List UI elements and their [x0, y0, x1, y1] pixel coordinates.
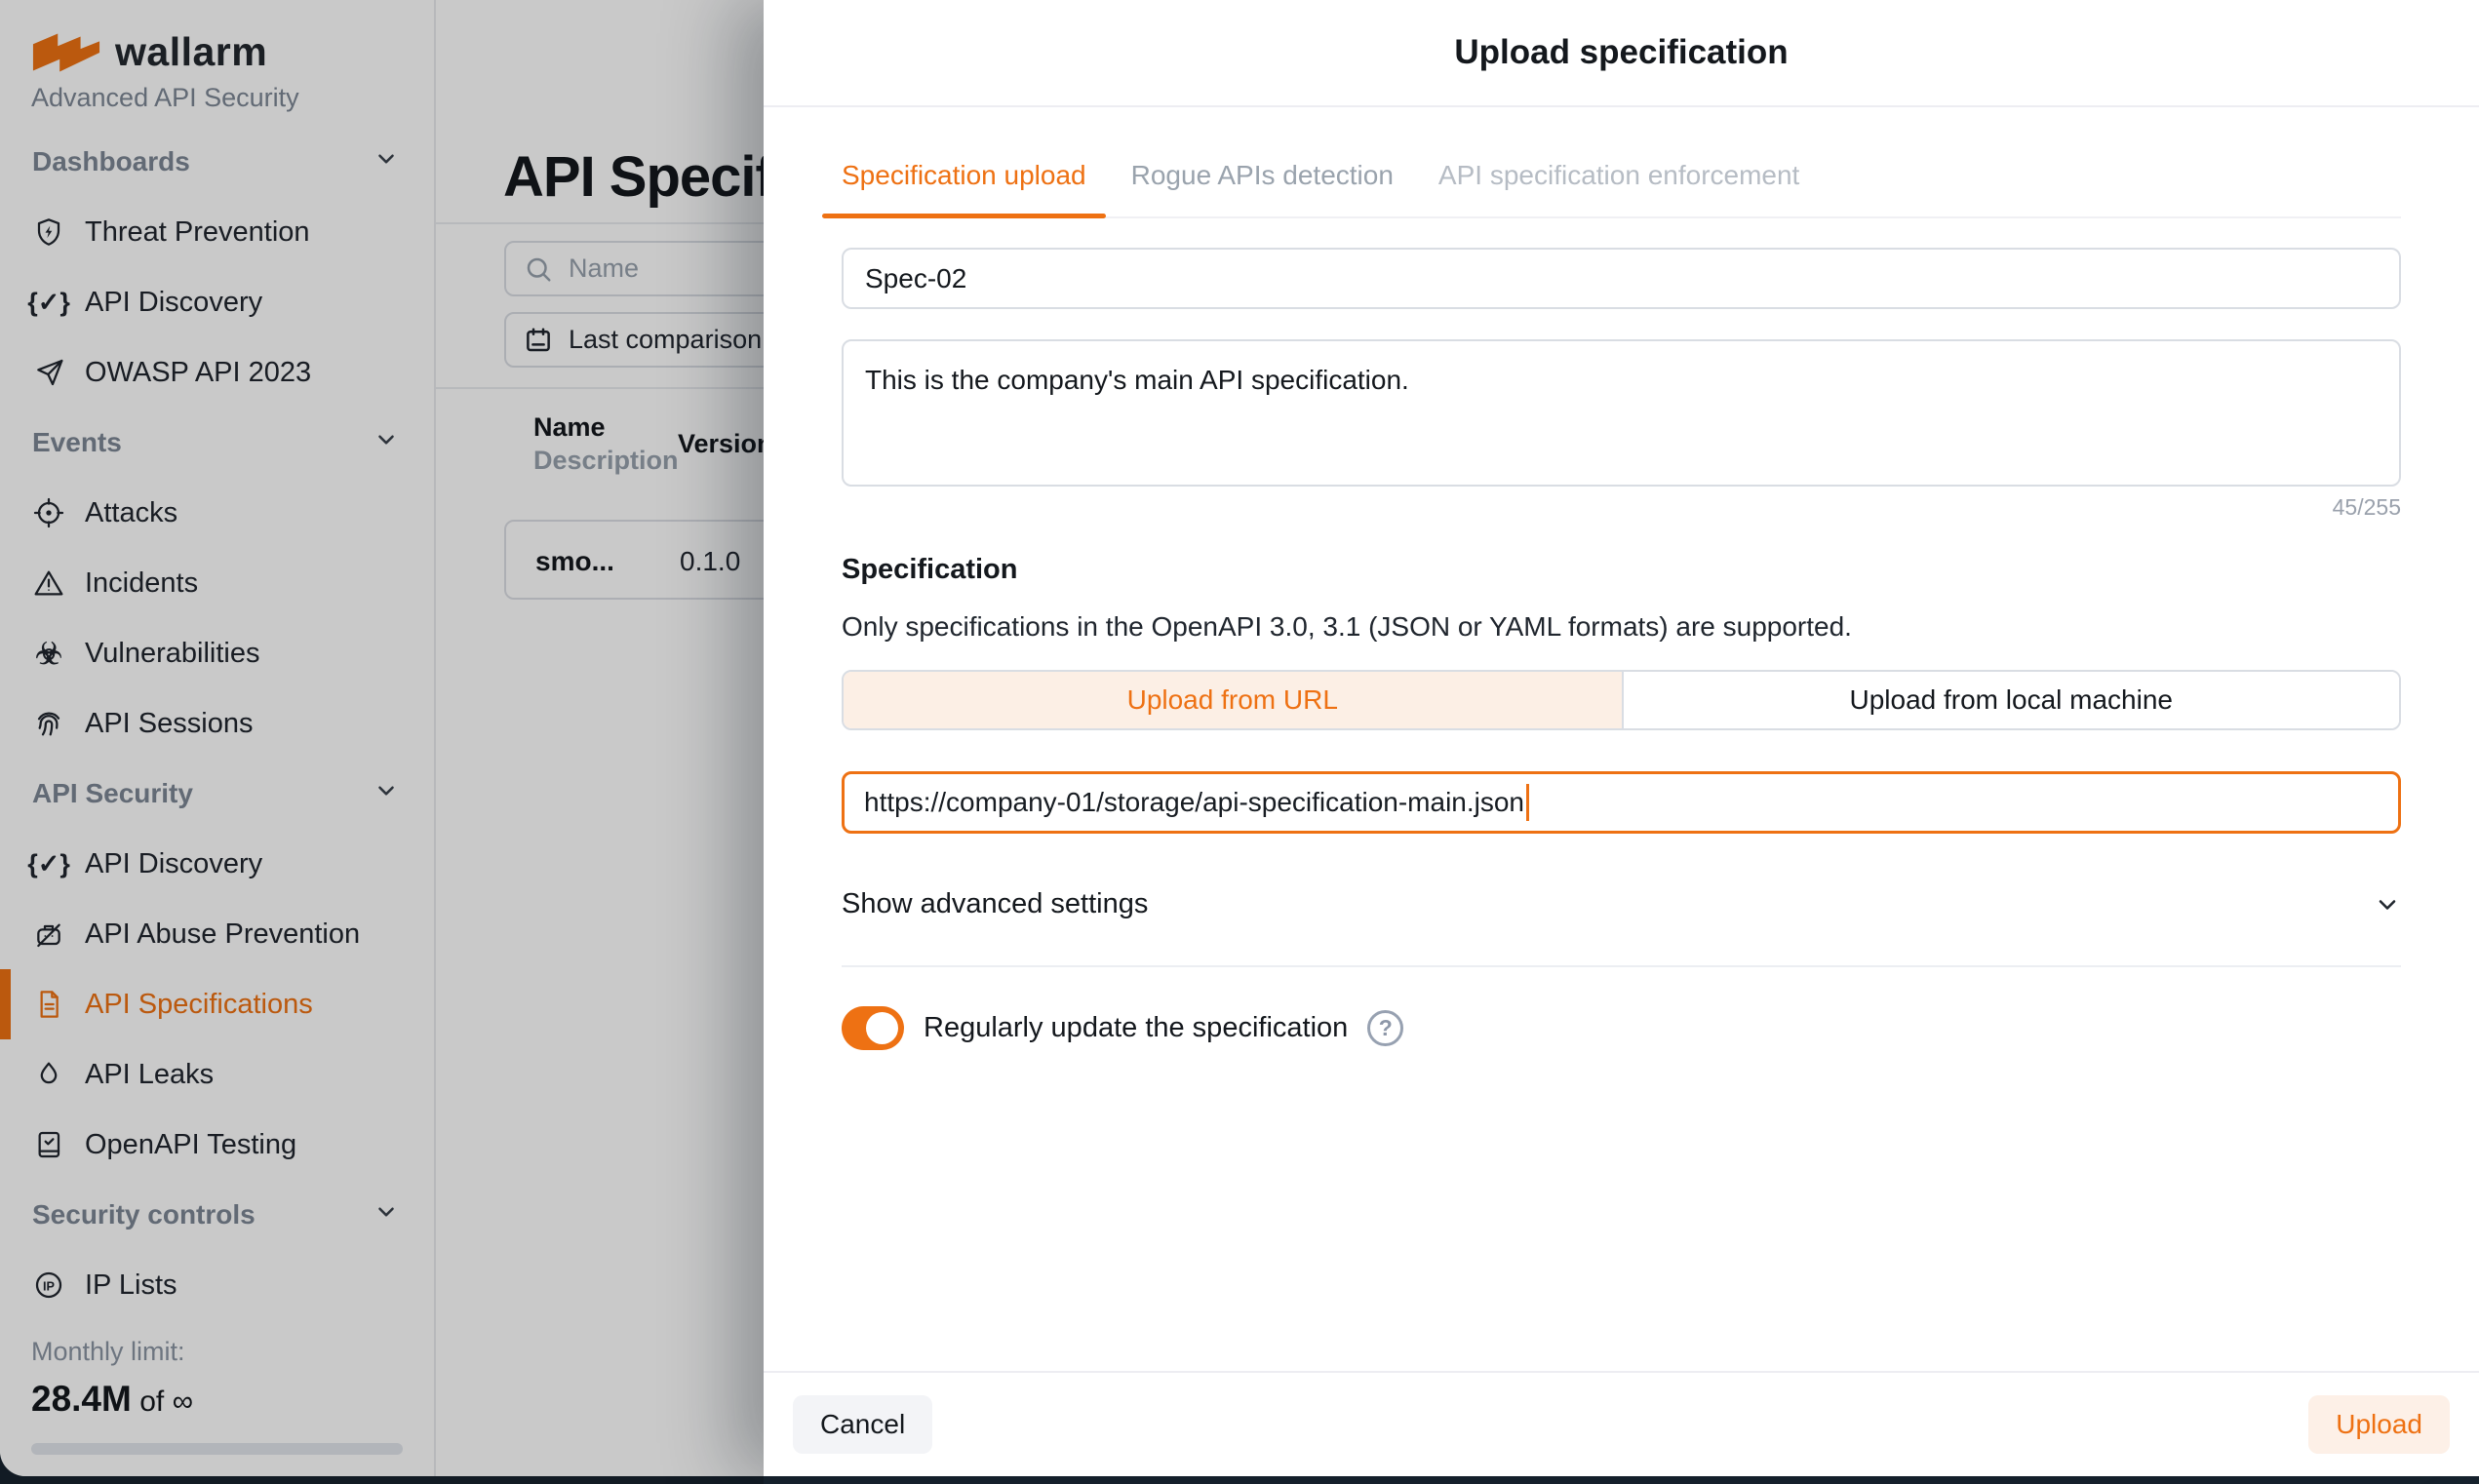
- spec-description-value: This is the company's main API specifica…: [865, 365, 1409, 395]
- modal-title: Upload specification: [1454, 33, 1788, 72]
- spec-name-value: Spec-02: [865, 263, 966, 294]
- regular-update-row: Regularly update the specification ?: [842, 1006, 2401, 1050]
- cancel-button[interactable]: Cancel: [793, 1395, 932, 1454]
- modal-header: Upload specification: [764, 0, 2479, 107]
- char-counter: 45/255: [842, 494, 2401, 521]
- upload-from-url-segment[interactable]: Upload from URL: [844, 672, 1622, 728]
- specification-url-input[interactable]: https://company-01/storage/api-specifica…: [842, 771, 2401, 834]
- regular-update-toggle[interactable]: [842, 1006, 904, 1050]
- screen: wallarm Advanced API Security Dashboards…: [0, 0, 2479, 1484]
- modal-backdrop[interactable]: [0, 0, 764, 1484]
- tab-specification-upload[interactable]: Specification upload: [842, 160, 1086, 216]
- chevron-down-icon: [2374, 891, 2401, 918]
- specification-heading: Specification: [842, 554, 2401, 586]
- modal-body: Specification upload Rogue APIs detectio…: [764, 107, 2479, 1050]
- upload-from-local-machine-segment[interactable]: Upload from local machine: [1622, 672, 2400, 728]
- upload-specification-modal: Upload specification Specification uploa…: [764, 0, 2479, 1476]
- modal-footer: Cancel Upload: [764, 1371, 2479, 1476]
- spec-name-input[interactable]: Spec-02: [842, 248, 2401, 309]
- tab-api-specification-enforcement[interactable]: API specification enforcement: [1438, 160, 1799, 216]
- text-caret: [1526, 784, 1529, 821]
- show-advanced-settings-toggle-row[interactable]: Show advanced settings: [842, 888, 2401, 967]
- upload-source-switch: Upload from URL Upload from local machin…: [842, 670, 2401, 730]
- help-question-icon[interactable]: ?: [1367, 1010, 1403, 1046]
- spec-description-textarea[interactable]: This is the company's main API specifica…: [842, 339, 2401, 487]
- tab-rogue-apis-detection[interactable]: Rogue APIs detection: [1131, 160, 1394, 216]
- regular-update-label: Regularly update the specification: [924, 1012, 1348, 1044]
- upload-button[interactable]: Upload: [2308, 1395, 2450, 1454]
- modal-tabs: Specification upload Rogue APIs detectio…: [842, 107, 2401, 218]
- specification-hint: Only specifications in the OpenAPI 3.0, …: [842, 611, 2401, 643]
- specification-url-value: https://company-01/storage/api-specifica…: [864, 787, 1524, 818]
- advanced-settings-label: Show advanced settings: [842, 888, 1148, 920]
- toggle-knob: [866, 1012, 898, 1044]
